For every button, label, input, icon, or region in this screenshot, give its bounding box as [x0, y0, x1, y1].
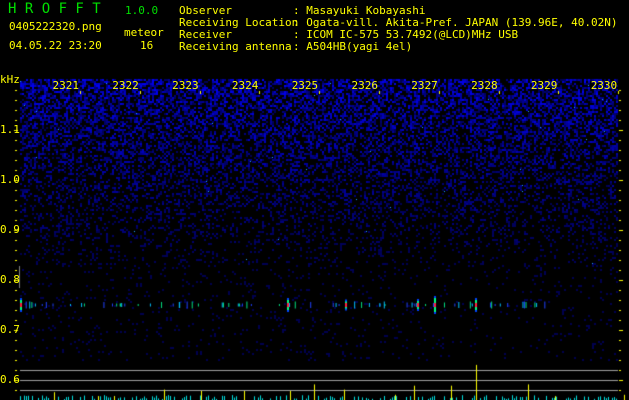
x-tick-label: 2325 [291, 79, 319, 92]
x-tick-label: 2330 [590, 79, 618, 92]
spectrogram-canvas [0, 0, 629, 400]
meteor-count: 16 [140, 39, 154, 52]
info-value-antenna: : A504HB(yagi 4el) [293, 40, 413, 53]
y-tick-label: 0.8 [0, 273, 20, 286]
y-tick-label: 1.1 [0, 123, 20, 136]
meteor-label: meteor [124, 26, 164, 39]
file-name: 0405222320.png [9, 20, 102, 33]
x-tick-label: 2321 [52, 79, 80, 92]
x-tick-label: 2322 [112, 79, 139, 92]
date-time: 04.05.22 23:20 [9, 39, 102, 52]
app-version: 1.0.0 [125, 4, 159, 17]
x-tick-label: 2323 [172, 79, 199, 92]
x-tick-label: 2324 [231, 79, 259, 92]
app-title: H R O F F T [8, 1, 101, 17]
x-tick-label: 2327 [411, 79, 438, 92]
x-tick-label: 2328 [471, 79, 498, 92]
y-tick-label: 1.0 [0, 173, 20, 186]
info-label-antenna: Receiving antenna [179, 40, 292, 53]
x-tick-label: 2326 [351, 79, 379, 92]
y-tick-label: 0.6 [0, 373, 20, 386]
y-tick-label: 0.7 [0, 323, 20, 336]
y-tick-label: 0.9 [0, 223, 20, 236]
y-unit-label: kHz [0, 73, 20, 86]
x-tick-label: 2329 [530, 79, 558, 92]
